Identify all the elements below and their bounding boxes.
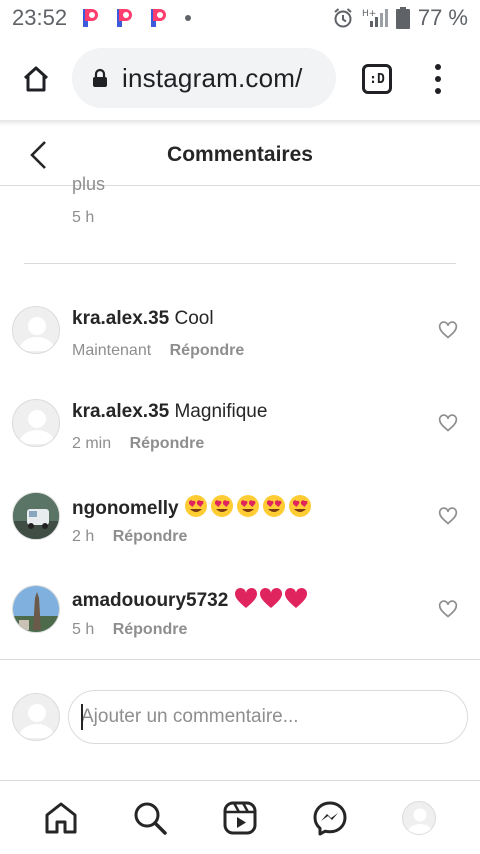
signal-icon: H+ <box>362 7 388 29</box>
comment-item: kra.alex.35 Cool Maintenant Répondre <box>0 306 480 386</box>
menu-dot <box>435 64 441 70</box>
avatar <box>12 693 60 741</box>
comment-username[interactable]: amadououry5732 <box>72 590 228 611</box>
comment-text <box>184 495 314 519</box>
heart-eyes-emoji <box>262 495 285 517</box>
heart-eyes-emoji <box>288 495 311 517</box>
menu-dot <box>435 76 441 82</box>
nav-search-button[interactable] <box>130 798 170 838</box>
svg-text:H+: H+ <box>362 9 376 19</box>
avatar[interactable] <box>12 585 60 633</box>
bottom-nav <box>0 780 480 854</box>
browser-toolbar: instagram.com/ :D <box>0 36 480 122</box>
reply-button[interactable]: Répondre <box>113 621 188 638</box>
heart-eyes-emoji <box>184 495 207 517</box>
reply-button[interactable]: Répondre <box>130 435 205 452</box>
avatar[interactable] <box>12 306 60 354</box>
notification-dot <box>185 15 192 21</box>
url-bar[interactable]: instagram.com/ <box>72 48 336 108</box>
lock-icon <box>92 68 108 88</box>
home-icon <box>23 66 49 92</box>
comment-input[interactable] <box>68 690 468 744</box>
avatar[interactable] <box>12 492 60 540</box>
text-caret <box>81 704 83 730</box>
p-app-icon <box>149 7 169 29</box>
red-heart-emoji <box>284 587 307 608</box>
heart-eyes-emoji <box>210 495 233 517</box>
home-button[interactable] <box>16 59 56 99</box>
p-app-icon <box>115 7 135 29</box>
menu-button[interactable] <box>428 64 448 94</box>
search-icon <box>134 802 168 835</box>
messenger-icon <box>313 801 347 835</box>
comment-username[interactable]: ngonomelly <box>72 498 179 519</box>
comment-text: Magnifique <box>174 401 268 422</box>
reels-icon <box>223 801 257 834</box>
comment-text <box>234 587 309 611</box>
profile-avatar <box>402 800 437 835</box>
caption-more-text: plus <box>72 174 106 194</box>
tabs-button[interactable]: :D <box>362 64 392 94</box>
comment-time: 5 h <box>72 621 95 638</box>
home-icon <box>45 802 77 833</box>
comment-item: ngonomelly 2 h Répondre <box>0 492 480 572</box>
comment-text: Cool <box>174 308 214 329</box>
comment-item: kra.alex.35 Magnifique 2 min Répondre <box>0 399 480 479</box>
nav-home-button[interactable] <box>41 798 81 838</box>
battery-percent: 77 % <box>417 5 468 30</box>
red-heart-emoji <box>234 587 257 608</box>
avatar[interactable] <box>12 399 60 447</box>
alarm-icon <box>332 7 354 29</box>
battery-icon <box>395 7 410 29</box>
comment-time: 2 min <box>72 435 112 452</box>
p-app-icon <box>81 7 101 29</box>
heart-icon[interactable] <box>438 506 458 526</box>
reply-button[interactable]: Répondre <box>113 528 188 545</box>
heart-icon[interactable] <box>438 413 458 433</box>
comment-username[interactable]: kra.alex.35 <box>72 401 169 422</box>
divider <box>24 263 456 264</box>
caption-time: 5 h <box>72 209 95 226</box>
comment-time: 2 h <box>72 528 95 545</box>
add-comment-bar <box>0 659 480 779</box>
heart-icon[interactable] <box>438 320 458 340</box>
nav-messenger-button[interactable] <box>310 798 350 838</box>
nav-profile-button[interactable] <box>399 798 439 838</box>
heart-icon[interactable] <box>438 599 458 619</box>
status-bar: 23:52 H+ 77 % <box>0 0 480 36</box>
comment-username[interactable]: kra.alex.35 <box>72 308 169 329</box>
chevron-left-icon <box>30 141 46 169</box>
status-time: 23:52 <box>12 5 68 30</box>
red-heart-emoji <box>259 587 282 608</box>
menu-dot <box>435 88 441 94</box>
reply-button[interactable]: Répondre <box>170 342 245 359</box>
comment-item: amadououry5732 5 h Répondre <box>0 585 480 665</box>
comment-time: Maintenant <box>72 342 152 359</box>
nav-reels-button[interactable] <box>220 798 260 838</box>
page-title: Commentaires <box>167 142 313 166</box>
back-button[interactable] <box>28 138 56 172</box>
url-text: instagram.com/ <box>122 62 303 93</box>
heart-eyes-emoji <box>236 495 259 517</box>
